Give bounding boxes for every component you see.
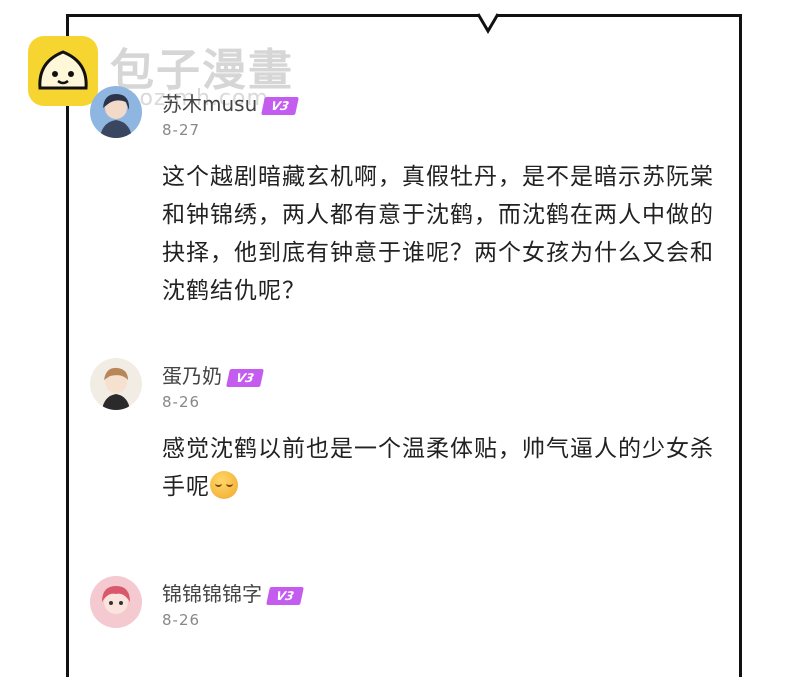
username-text: 蛋乃奶 — [162, 364, 222, 388]
avatar[interactable] — [90, 358, 142, 410]
baozi-logo-icon — [28, 36, 98, 106]
username[interactable]: 苏木musu V3 — [162, 88, 300, 117]
comment-text-content: 感觉沈鹤以前也是一个温柔体贴，帅气逼人的少女杀手呢 — [162, 436, 714, 500]
comment-text: 这个越剧暗藏玄机啊，真假牡丹，是不是暗示苏阮棠和钟锦绣，两人都有意于沈鹤，而沈鹤… — [162, 164, 714, 304]
username[interactable]: 锦锦锦锦字 V3 — [162, 578, 304, 607]
relieved-face-emoji-icon — [210, 471, 238, 499]
username[interactable]: 蛋乃奶 V3 — [162, 360, 264, 389]
level-badge: V3 — [261, 96, 300, 115]
level-badge: V3 — [226, 368, 264, 387]
avatar[interactable] — [90, 576, 142, 628]
comment-date: 8-26 — [162, 611, 201, 629]
speech-bubble-tail — [478, 11, 498, 34]
username-text: 锦锦锦锦字 — [162, 582, 262, 606]
comment-date: 8-26 — [162, 393, 201, 411]
level-badge: V3 — [266, 586, 304, 605]
username-text: 苏木musu — [162, 92, 258, 116]
comment-text: 感觉沈鹤以前也是一个温柔体贴，帅气逼人的少女杀手呢 — [162, 430, 722, 506]
comment-date: 8-27 — [162, 121, 201, 139]
avatar[interactable] — [90, 86, 142, 138]
